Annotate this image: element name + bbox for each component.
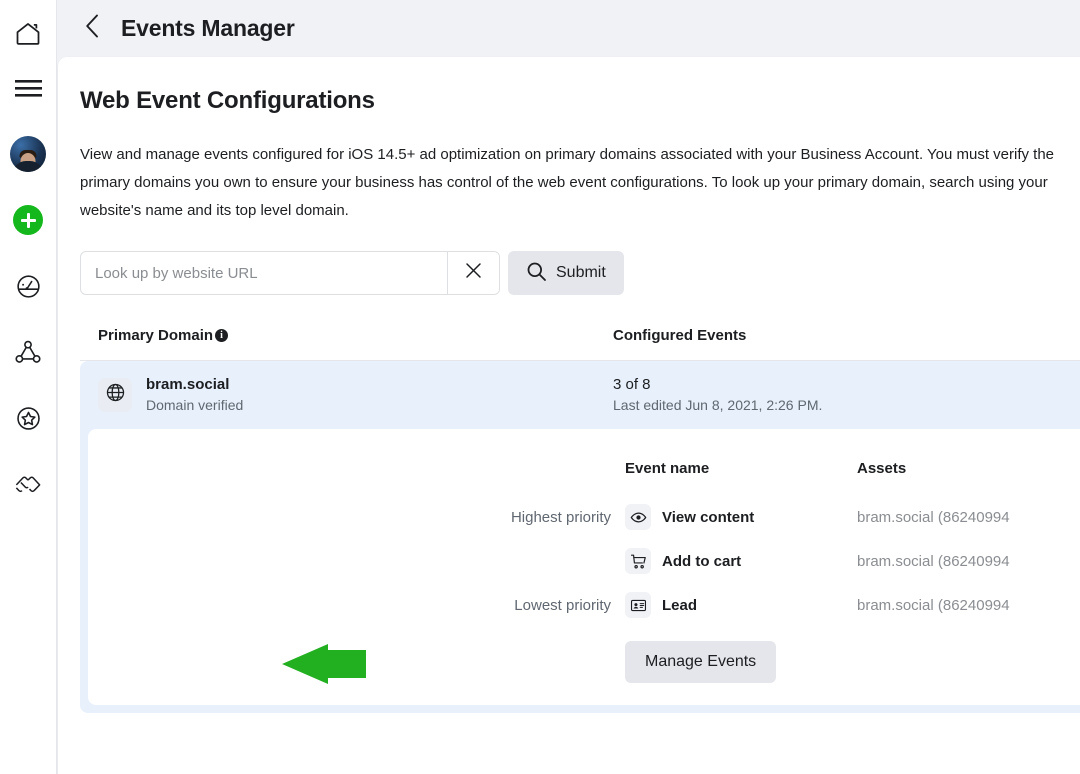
domain-row-expanded: bram.social Domain verified 3 of 8 Last … <box>80 361 1080 713</box>
event-priority-label: Lowest priority <box>88 597 625 614</box>
domain-meta: bram.social Domain verified <box>146 375 613 415</box>
page-title: Web Event Configurations <box>80 87 1080 115</box>
manage-events-row: Manage Events <box>88 641 1080 683</box>
detail-header-assets: Assets <box>857 460 906 477</box>
globe-icon-wrapper <box>98 378 132 412</box>
table-row[interactable]: bram.social Domain verified 3 of 8 Last … <box>80 361 1080 429</box>
left-rail <box>0 0 57 774</box>
close-icon <box>464 261 483 285</box>
search-row: Submit <box>80 251 1080 295</box>
partners-icon <box>14 472 42 496</box>
event-assets: bram.social (86240994 <box>857 553 1010 570</box>
column-header-primary-domain-label: Primary Domain <box>98 327 213 344</box>
event-name-cell: Lead <box>625 592 857 618</box>
rail-item-menu[interactable] <box>6 66 50 110</box>
menu-icon <box>15 78 42 98</box>
rail-item-events-manager[interactable] <box>6 330 50 374</box>
event-detail-grid: Event name Assets Highest priority <box>88 451 1080 683</box>
rail-item-ads-manager[interactable] <box>6 264 50 308</box>
green-pointer-arrow <box>280 644 366 689</box>
column-header-primary-domain: Primary Domain i <box>98 327 613 344</box>
event-name-label: View content <box>662 509 754 526</box>
event-name-cell: Add to cart <box>625 548 857 574</box>
column-header-configured-events: Configured Events <box>613 327 746 344</box>
globe-icon <box>105 382 126 408</box>
event-name-label: Lead <box>662 597 697 614</box>
events-last-edited: Last edited Jun 8, 2021, 2:26 PM. <box>613 395 822 415</box>
configured-events-cell: 3 of 8 Last edited Jun 8, 2021, 2:26 PM. <box>613 375 822 415</box>
chevron-left-icon <box>84 13 101 44</box>
main-area: Events Manager Web Event Configurations … <box>57 0 1080 774</box>
avatar <box>10 136 46 172</box>
rail-item-profile[interactable] <box>6 132 50 176</box>
submit-button[interactable]: Submit <box>508 251 624 295</box>
manage-events-button[interactable]: Manage Events <box>625 641 776 683</box>
rail-item-favorites[interactable] <box>6 396 50 440</box>
page-header-title: Events Manager <box>121 15 295 42</box>
rail-item-partners[interactable] <box>6 462 50 506</box>
event-priority-label: Highest priority <box>88 509 625 526</box>
event-detail-header-row: Event name Assets <box>88 451 1080 485</box>
back-button[interactable] <box>75 12 109 46</box>
search-input[interactable] <box>81 252 447 294</box>
event-name-label: Add to cart <box>662 553 741 570</box>
event-assets: bram.social (86240994 <box>857 597 1010 614</box>
detail-header-event-name: Event name <box>625 460 857 477</box>
domain-name: bram.social <box>146 375 613 395</box>
event-detail-panel: Event name Assets Highest priority <box>88 429 1080 705</box>
rail-item-home[interactable] <box>6 12 50 56</box>
clear-search-button[interactable] <box>447 252 499 294</box>
star-icon <box>15 405 42 432</box>
create-icon <box>13 205 43 235</box>
page-description: View and manage events configured for iO… <box>80 141 1080 225</box>
domain-status: Domain verified <box>146 395 613 415</box>
events-count: 3 of 8 <box>613 375 822 395</box>
events-manager-icon <box>14 339 42 365</box>
id-card-icon <box>625 592 651 618</box>
eye-icon <box>625 504 651 530</box>
info-icon[interactable]: i <box>215 329 228 342</box>
description-line-2: primary domains you own to ensure your b… <box>80 169 1080 197</box>
table-header: Primary Domain i Configured Events <box>80 327 1080 361</box>
event-row-add-to-cart: Add to cart bram.social (86240994 <box>88 539 1080 583</box>
content-card: Web Event Configurations View and manage… <box>58 57 1080 774</box>
event-assets: bram.social (86240994 <box>857 509 1010 526</box>
top-bar: Events Manager <box>57 0 1080 57</box>
event-name-cell: View content <box>625 504 857 530</box>
home-icon <box>14 20 42 48</box>
submit-button-label: Submit <box>556 264 606 282</box>
shopping-cart-icon <box>625 548 651 574</box>
event-row-view-content: Highest priority View content <box>88 495 1080 539</box>
app-root: Events Manager Web Event Configurations … <box>0 0 1080 774</box>
search-box <box>80 251 500 295</box>
search-icon <box>526 261 547 285</box>
ads-manager-icon <box>15 273 42 300</box>
description-line-1: View and manage events configured for iO… <box>80 141 1080 169</box>
event-row-lead: Lowest priority <box>88 583 1080 627</box>
description-line-3: website's name and its top level domain. <box>80 197 1080 225</box>
rail-item-create[interactable] <box>6 198 50 242</box>
